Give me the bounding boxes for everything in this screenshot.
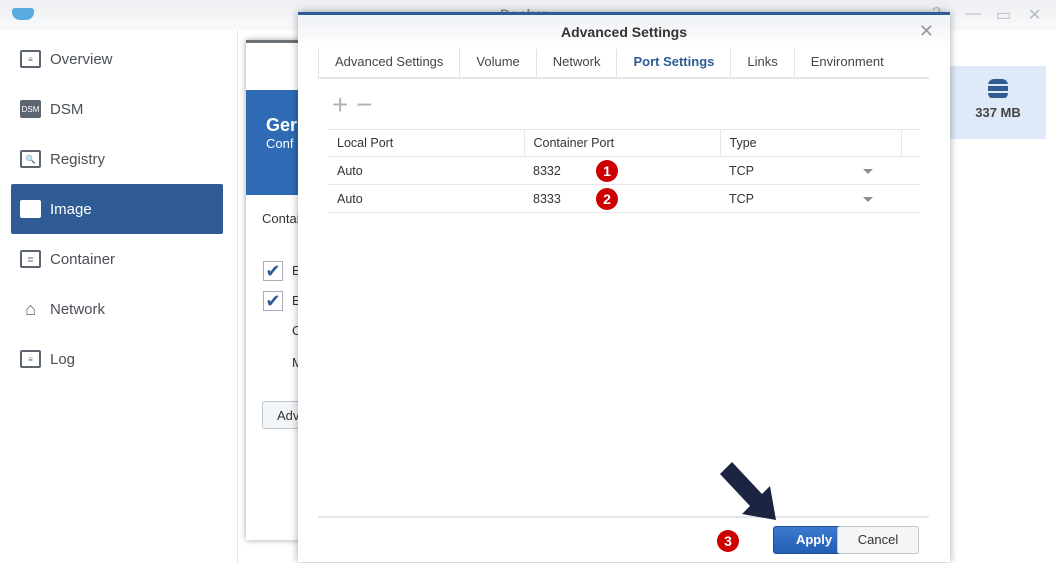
- chevron-down-icon[interactable]: [863, 169, 873, 179]
- sidebar-item-label: Overview: [50, 50, 113, 68]
- storage-usage: 337 MB: [950, 66, 1046, 139]
- sidebar-item-image[interactable]: Image: [11, 184, 223, 234]
- container-port-cell[interactable]: 8333 2: [524, 184, 720, 213]
- sidebar-item-network[interactable]: ⌂ Network: [11, 284, 223, 334]
- sidebar-item-label: Registry: [50, 150, 106, 168]
- port-table: Local Port Container Port Type Auto 8332 1 TC…: [328, 129, 919, 213]
- docker-logo-icon: [12, 8, 34, 20]
- tab-bar: Advanced Settings Volume Network Port Se…: [318, 49, 929, 79]
- database-icon: [988, 79, 1008, 99]
- type-cell[interactable]: TCP: [720, 184, 901, 213]
- cancel-button[interactable]: Cancel: [837, 526, 919, 554]
- sidebar-item-label: Log: [50, 350, 76, 368]
- port-toolbar: + −: [332, 91, 373, 119]
- tab-network[interactable]: Network: [535, 49, 617, 77]
- create-container-wizard: GerConf Contai ✔ E ✔ E C M Adv: [246, 40, 322, 540]
- sidebar-item-label: DSM: [50, 100, 84, 118]
- add-icon[interactable]: +: [332, 89, 348, 120]
- sidebar-item-label: Image: [50, 200, 92, 218]
- tab-advanced-settings[interactable]: Advanced Settings: [318, 49, 459, 77]
- step-badge: 1: [596, 160, 618, 182]
- storage-value: 337 MB: [975, 105, 1021, 120]
- sidebar-item-overview[interactable]: ≡ Overview: [11, 34, 223, 84]
- wizard-label: Contai: [262, 211, 300, 226]
- advanced-settings-dialog: Advanced Settings ✕ Advanced Settings Vo…: [298, 12, 950, 562]
- container-port-value: 8333: [533, 191, 561, 206]
- sidebar-item-registry[interactable]: 🔍 Registry: [11, 134, 223, 184]
- table-row[interactable]: Auto 8332 1 TCP: [328, 156, 919, 185]
- sidebar-item-label: Network: [50, 300, 106, 318]
- dialog-title: Advanced Settings: [298, 15, 950, 49]
- tab-environment[interactable]: Environment: [793, 49, 900, 77]
- type-value: TCP: [729, 191, 754, 206]
- log-icon: ≡: [20, 350, 41, 368]
- registry-icon: 🔍: [20, 150, 41, 168]
- sidebar-item-container[interactable]: ≣ Container: [11, 234, 223, 284]
- checkbox[interactable]: ✔: [263, 261, 283, 281]
- sidebar-item-log[interactable]: ≡ Log: [11, 334, 223, 384]
- wizard-header: Ger Conf: [246, 90, 306, 195]
- close-window-icon[interactable]: ✕: [1028, 5, 1041, 25]
- sidebar-item-label: Container: [50, 250, 116, 268]
- tab-port-settings[interactable]: Port Settings: [616, 49, 730, 77]
- image-icon: [20, 200, 41, 218]
- tab-volume[interactable]: Volume: [459, 49, 535, 77]
- column-header[interactable]: Type: [720, 129, 902, 157]
- maximize-icon[interactable]: ▭: [996, 5, 1011, 25]
- close-icon[interactable]: ✕: [919, 21, 934, 42]
- type-cell[interactable]: TCP: [720, 156, 901, 185]
- sidebar: ≡ Overview DSM DSM 🔍 Registry Image ≣ Contai…: [0, 30, 238, 563]
- column-header[interactable]: Local Port: [328, 129, 525, 157]
- column-header[interactable]: Container Port: [524, 129, 721, 157]
- network-icon: ⌂: [25, 298, 36, 319]
- local-port-cell[interactable]: Auto: [328, 156, 524, 185]
- step-badge: 3: [717, 530, 739, 552]
- overview-icon: ≡: [20, 50, 41, 68]
- container-port-value: 8332: [533, 163, 561, 178]
- arrow-pointer-icon: [720, 462, 776, 520]
- dialog-footer-divider: [318, 516, 929, 518]
- local-port-cell[interactable]: Auto: [328, 184, 524, 213]
- tab-links[interactable]: Links: [730, 49, 793, 77]
- dsm-icon: DSM: [20, 100, 41, 118]
- container-icon: ≣: [20, 250, 41, 268]
- sidebar-item-dsm[interactable]: DSM DSM: [11, 84, 223, 134]
- type-value: TCP: [729, 163, 754, 178]
- remove-icon[interactable]: −: [356, 89, 372, 120]
- minimize-icon[interactable]: —: [965, 5, 981, 23]
- container-port-cell[interactable]: 8332 1: [524, 156, 720, 185]
- table-row[interactable]: Auto 8333 2 TCP: [328, 184, 919, 213]
- step-badge: 2: [596, 188, 618, 210]
- wizard-subtitle: Conf: [266, 136, 294, 151]
- checkbox[interactable]: ✔: [263, 291, 283, 311]
- chevron-down-icon[interactable]: [863, 197, 873, 207]
